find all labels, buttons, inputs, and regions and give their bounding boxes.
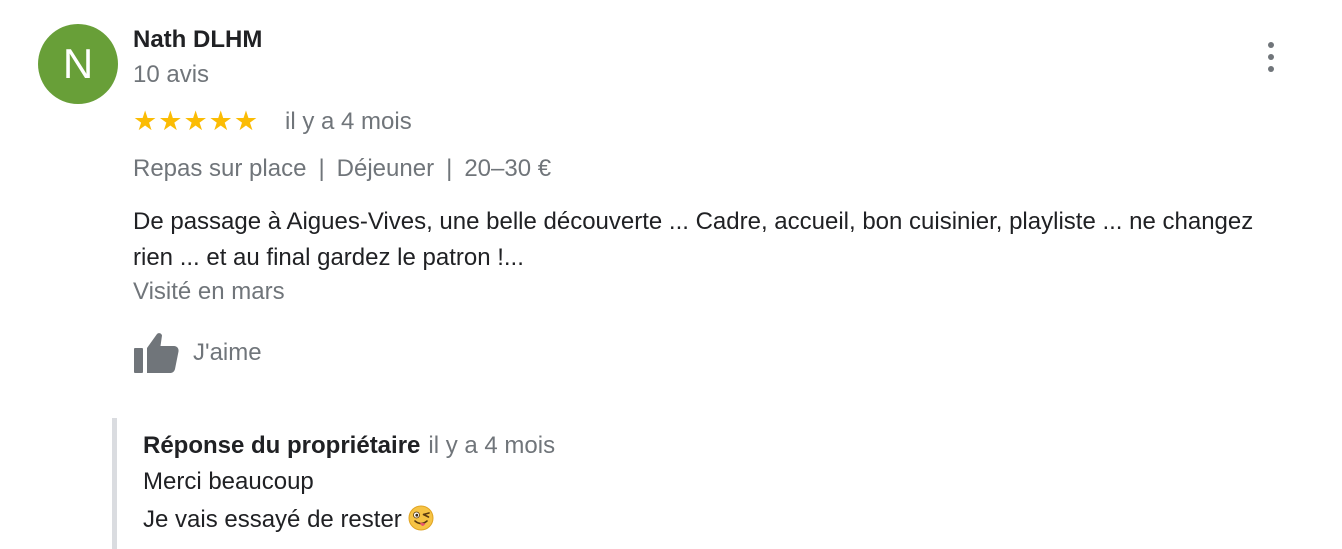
owner-response-time: il y a 4 mois	[428, 432, 556, 459]
owner-response-header: Réponse du propriétaire il y a 4 mois	[143, 432, 555, 460]
review-count[interactable]: 10 avis	[133, 61, 209, 89]
star-rating: ★ ★ ★ ★ ★	[133, 108, 258, 135]
like-button[interactable]: J'aime	[133, 332, 262, 374]
avatar[interactable]: N	[38, 24, 118, 104]
owner-response-line-2-row: Je vais essayé de rester	[143, 505, 434, 534]
star-icon: ★	[208, 106, 233, 136]
menu-dot	[1268, 42, 1274, 48]
tag-separator: |	[318, 155, 325, 182]
owner-response-title: Réponse du propriétaire	[143, 432, 421, 459]
star-icon: ★	[183, 106, 208, 136]
tag-meal: Déjeuner	[336, 155, 435, 182]
star-icon: ★	[233, 106, 259, 136]
avatar-initial: N	[62, 40, 94, 87]
review-time: il y a 4 mois	[285, 108, 412, 135]
menu-dot	[1268, 66, 1274, 72]
review-tags: Repas sur place | Déjeuner | 20–30 €	[133, 155, 551, 183]
owner-response-line-1: Merci beaucoup	[143, 468, 314, 495]
owner-response: Réponse du propriétaire il y a 4 mois Mer…	[112, 418, 917, 549]
tag-service: Repas sur place	[133, 155, 307, 182]
star-icon: ★	[133, 106, 158, 136]
review-text: De passage à Aigues-Vives, une belle déc…	[133, 208, 1254, 271]
visited-date: Visité en mars	[133, 278, 285, 305]
star-icon: ★	[158, 106, 183, 136]
menu-dot	[1268, 54, 1274, 60]
tag-price: 20–30 €	[464, 155, 552, 182]
reviewer-name[interactable]: Nath DLHM	[133, 26, 262, 54]
winking-face-with-tongue-icon	[408, 505, 434, 531]
more-options-icon[interactable]	[1256, 40, 1286, 74]
owner-response-line-2: Je vais essayé de rester	[143, 506, 402, 533]
tag-separator: |	[446, 155, 453, 182]
like-label: J'aime	[193, 339, 262, 366]
thumbs-up-icon	[134, 333, 179, 373]
